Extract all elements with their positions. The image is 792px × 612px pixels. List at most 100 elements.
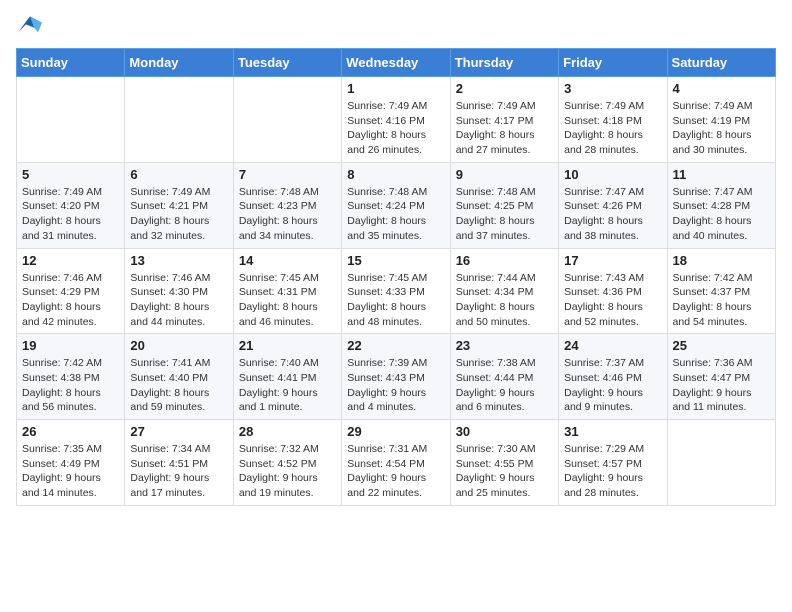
calendar-week-row: 19Sunrise: 7:42 AMSunset: 4:38 PMDayligh… — [17, 334, 776, 420]
empty-cell — [233, 77, 341, 163]
day-info: Sunrise: 7:36 AMSunset: 4:47 PMDaylight:… — [673, 356, 770, 415]
calendar-day-24: 24Sunrise: 7:37 AMSunset: 4:46 PMDayligh… — [559, 334, 667, 420]
day-info: Sunrise: 7:49 AMSunset: 4:18 PMDaylight:… — [564, 99, 661, 158]
calendar-week-row: 26Sunrise: 7:35 AMSunset: 4:49 PMDayligh… — [17, 420, 776, 506]
col-header-monday: Monday — [125, 49, 233, 77]
calendar-day-7: 7Sunrise: 7:48 AMSunset: 4:23 PMDaylight… — [233, 162, 341, 248]
calendar-day-20: 20 Sunrise: 7:41 AMSunset: 4:40 PMDayligh… — [125, 334, 233, 420]
day-number: 1 — [347, 81, 444, 96]
calendar-day-23: 23 Sunrise: 7:38 AMSunset: 4:44 PMDayligh… — [450, 334, 558, 420]
day-number: 16 — [456, 253, 553, 268]
calendar-table: SundayMondayTuesdayWednesdayThursdayFrid… — [16, 48, 776, 506]
day-number: 29 — [347, 424, 444, 439]
calendar-week-row: 5 Sunrise: 7:49 AMSunset: 4:20 PMDaylight… — [17, 162, 776, 248]
calendar-day-4: 4 Sunrise: 7:49 AMSunset: 4:19 PMDaylight… — [667, 77, 775, 163]
col-header-wednesday: Wednesday — [342, 49, 450, 77]
day-info: Sunrise: 7:49 AMSunset: 4:17 PMDaylight:… — [456, 99, 553, 158]
day-number: 9 — [456, 167, 553, 182]
calendar-day-29: 29 Sunrise: 7:31 AMSunset: 4:54 PMDayligh… — [342, 420, 450, 506]
day-number: 25 — [673, 338, 770, 353]
day-info: Sunrise: 7:45 AMSunset: 4:31 PMDaylight:… — [239, 271, 336, 330]
page-header — [16, 16, 776, 36]
calendar-day-30: 30 Sunrise: 7:30 AMSunset: 4:55 PMDayligh… — [450, 420, 558, 506]
calendar-day-25: 25 Sunrise: 7:36 AMSunset: 4:47 PMDayligh… — [667, 334, 775, 420]
day-info: Sunrise: 7:47 AMSunset: 4:28 PMDaylight:… — [673, 185, 770, 244]
day-info: Sunrise: 7:35 AMSunset: 4:49 PMDaylight:… — [22, 442, 119, 501]
day-info: Sunrise: 7:49 AMSunset: 4:16 PMDaylight:… — [347, 99, 444, 158]
day-number: 23 — [456, 338, 553, 353]
day-info: Sunrise: 7:42 AMSunset: 4:37 PMDaylight:… — [673, 271, 770, 330]
calendar-day-22: 22 Sunrise: 7:39 AMSunset: 4:43 PMDayligh… — [342, 334, 450, 420]
day-number: 12 — [22, 253, 119, 268]
calendar-day-18: 18 Sunrise: 7:42 AMSunset: 4:37 PMDayligh… — [667, 248, 775, 334]
day-info: Sunrise: 7:37 AMSunset: 4:46 PMDaylight:… — [564, 356, 661, 415]
col-header-sunday: Sunday — [17, 49, 125, 77]
day-number: 5 — [22, 167, 119, 182]
day-number: 20 — [130, 338, 227, 353]
day-info: Sunrise: 7:44 AMSunset: 4:34 PMDaylight:… — [456, 271, 553, 330]
day-info: Sunrise: 7:45 AMSunset: 4:33 PMDaylight:… — [347, 271, 444, 330]
day-number: 27 — [130, 424, 227, 439]
calendar-week-row: 12Sunrise: 7:46 AMSunset: 4:29 PMDayligh… — [17, 248, 776, 334]
day-info: Sunrise: 7:48 AMSunset: 4:24 PMDaylight:… — [347, 185, 444, 244]
empty-cell — [17, 77, 125, 163]
calendar-day-11: 11 Sunrise: 7:47 AMSunset: 4:28 PMDayligh… — [667, 162, 775, 248]
calendar-day-5: 5 Sunrise: 7:49 AMSunset: 4:20 PMDaylight… — [17, 162, 125, 248]
day-number: 28 — [239, 424, 336, 439]
day-number: 22 — [347, 338, 444, 353]
day-number: 10 — [564, 167, 661, 182]
day-info: Sunrise: 7:43 AMSunset: 4:36 PMDaylight:… — [564, 271, 661, 330]
calendar-day-21: 21 Sunrise: 7:40 AMSunset: 4:41 PMDayligh… — [233, 334, 341, 420]
day-number: 2 — [456, 81, 553, 96]
day-info: Sunrise: 7:48 AMSunset: 4:25 PMDaylight:… — [456, 185, 553, 244]
day-number: 6 — [130, 167, 227, 182]
day-info: Sunrise: 7:46 AMSunset: 4:30 PMDaylight:… — [130, 271, 227, 330]
day-number: 14 — [239, 253, 336, 268]
day-number: 8 — [347, 167, 444, 182]
empty-cell — [667, 420, 775, 506]
day-info: Sunrise: 7:29 AMSunset: 4:57 PMDaylight:… — [564, 442, 661, 501]
calendar-day-14: 14 Sunrise: 7:45 AMSunset: 4:31 PMDayligh… — [233, 248, 341, 334]
calendar-day-2: 2 Sunrise: 7:49 AMSunset: 4:17 PMDaylight… — [450, 77, 558, 163]
day-number: 17 — [564, 253, 661, 268]
logo — [16, 16, 42, 36]
day-info: Sunrise: 7:47 AMSunset: 4:26 PMDaylight:… — [564, 185, 661, 244]
col-header-tuesday: Tuesday — [233, 49, 341, 77]
calendar-day-6: 6 Sunrise: 7:49 AMSunset: 4:21 PMDaylight… — [125, 162, 233, 248]
calendar-day-10: 10 Sunrise: 7:47 AMSunset: 4:26 PMDayligh… — [559, 162, 667, 248]
calendar-header-row: SundayMondayTuesdayWednesdayThursdayFrid… — [17, 49, 776, 77]
day-number: 21 — [239, 338, 336, 353]
calendar-day-26: 26Sunrise: 7:35 AMSunset: 4:49 PMDayligh… — [17, 420, 125, 506]
day-info: Sunrise: 7:49 AMSunset: 4:21 PMDaylight:… — [130, 185, 227, 244]
day-info: Sunrise: 7:49 AMSunset: 4:19 PMDaylight:… — [673, 99, 770, 158]
day-info: Sunrise: 7:40 AMSunset: 4:41 PMDaylight:… — [239, 356, 336, 415]
day-info: Sunrise: 7:41 AMSunset: 4:40 PMDaylight:… — [130, 356, 227, 415]
day-info: Sunrise: 7:34 AMSunset: 4:51 PMDaylight:… — [130, 442, 227, 501]
calendar-day-3: 3 Sunrise: 7:49 AMSunset: 4:18 PMDaylight… — [559, 77, 667, 163]
calendar-day-8: 8 Sunrise: 7:48 AMSunset: 4:24 PMDaylight… — [342, 162, 450, 248]
col-header-friday: Friday — [559, 49, 667, 77]
empty-cell — [125, 77, 233, 163]
day-number: 13 — [130, 253, 227, 268]
calendar-day-15: 15Sunrise: 7:45 AMSunset: 4:33 PMDayligh… — [342, 248, 450, 334]
day-number: 4 — [673, 81, 770, 96]
day-number: 30 — [456, 424, 553, 439]
calendar-week-row: 1 Sunrise: 7:49 AMSunset: 4:16 PMDaylight… — [17, 77, 776, 163]
calendar-day-1: 1 Sunrise: 7:49 AMSunset: 4:16 PMDaylight… — [342, 77, 450, 163]
day-info: Sunrise: 7:49 AMSunset: 4:20 PMDaylight:… — [22, 185, 119, 244]
calendar-day-9: 9 Sunrise: 7:48 AMSunset: 4:25 PMDaylight… — [450, 162, 558, 248]
day-number: 18 — [673, 253, 770, 268]
col-header-saturday: Saturday — [667, 49, 775, 77]
day-number: 3 — [564, 81, 661, 96]
calendar-day-31: 31 Sunrise: 7:29 AMSunset: 4:57 PMDayligh… — [559, 420, 667, 506]
day-info: Sunrise: 7:31 AMSunset: 4:54 PMDaylight:… — [347, 442, 444, 501]
day-number: 31 — [564, 424, 661, 439]
calendar-day-19: 19Sunrise: 7:42 AMSunset: 4:38 PMDayligh… — [17, 334, 125, 420]
day-info: Sunrise: 7:30 AMSunset: 4:55 PMDaylight:… — [456, 442, 553, 501]
day-info: Sunrise: 7:38 AMSunset: 4:44 PMDaylight:… — [456, 356, 553, 415]
day-info: Sunrise: 7:32 AMSunset: 4:52 PMDaylight:… — [239, 442, 336, 501]
day-number: 11 — [673, 167, 770, 182]
calendar-day-16: 16 Sunrise: 7:44 AMSunset: 4:34 PMDayligh… — [450, 248, 558, 334]
day-number: 7 — [239, 167, 336, 182]
day-info: Sunrise: 7:39 AMSunset: 4:43 PMDaylight:… — [347, 356, 444, 415]
